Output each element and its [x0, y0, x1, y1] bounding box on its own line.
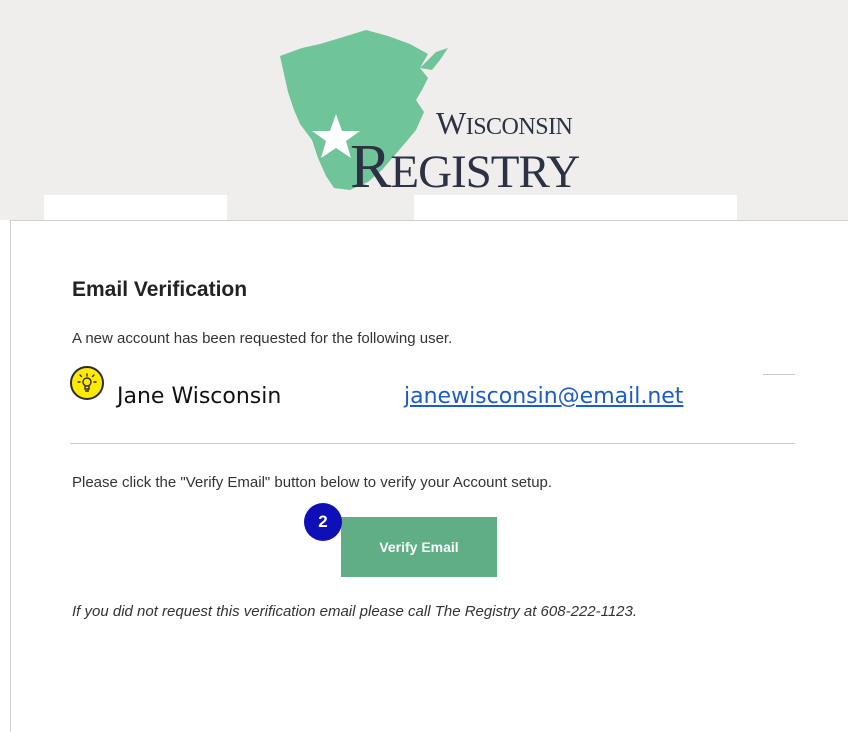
header-tab-left: [44, 195, 227, 220]
header-tab-right: [414, 195, 737, 220]
user-name: Jane Wisconsin: [117, 384, 282, 409]
logo-word-registry: REGISTRY: [350, 133, 580, 201]
user-email-link[interactable]: janewisconsin@email.net: [404, 384, 683, 409]
verify-email-button[interactable]: Verify Email: [341, 517, 497, 577]
divider: [70, 443, 795, 444]
instruction-text: Please click the "Verify Email" button b…: [72, 474, 553, 491]
footer-note: If you did not request this verification…: [72, 603, 638, 620]
intro-text: A new account has been requested for the…: [72, 330, 453, 347]
logo-word-wisconsin: WISCONSIN: [436, 105, 573, 141]
page-title: Email Verification: [72, 278, 248, 301]
step-badge: 2: [304, 503, 342, 541]
divider-small: [763, 374, 795, 375]
lightbulb-icon: [70, 366, 104, 400]
